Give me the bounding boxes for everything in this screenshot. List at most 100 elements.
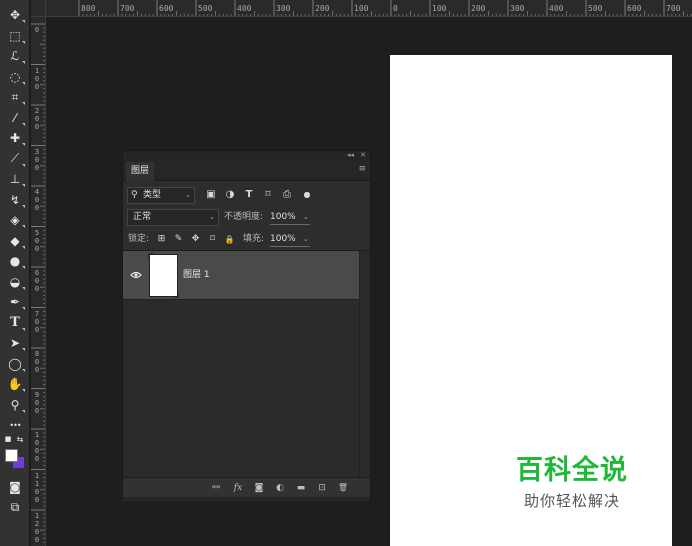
lock-label: 锁定:: [128, 234, 150, 244]
opacity-input[interactable]: 100% ⌄: [270, 211, 310, 225]
ruler-label: 200: [471, 4, 486, 13]
horizontal-ruler[interactable]: 800 700 600 500 400 300 200 100 0 100 200 300 400 500…: [46, 0, 692, 17]
paint-bucket-tool-icon[interactable]: ◆: [4, 232, 26, 250]
filter-toggle-icon[interactable]: ●: [301, 188, 313, 202]
ruler-label: 1000: [34, 431, 40, 463]
lock-all-icon[interactable]: 🔒: [224, 233, 235, 246]
type-tool-icon[interactable]: T: [4, 314, 26, 332]
blend-mode-value: 正常: [133, 212, 152, 222]
panel-title-bar[interactable]: ◂◂ ✕: [123, 151, 370, 160]
collapse-panel-icon[interactable]: ◂◂: [347, 151, 354, 160]
healing-brush-tool-icon[interactable]: ✚: [4, 129, 26, 147]
fill-value: 100%: [270, 234, 296, 244]
ruler-label: 400: [237, 4, 252, 13]
pen-tool-icon[interactable]: ✒: [4, 293, 26, 311]
hand-tool-icon[interactable]: ✋: [4, 375, 26, 393]
adjustment-layer-icon[interactable]: ◐: [274, 482, 286, 494]
panel-tab-bar: 图层 ≡: [123, 160, 370, 181]
ruler-label: 300: [510, 4, 525, 13]
brush-tool-icon[interactable]: ⟋: [4, 150, 26, 168]
filter-smartobject-icon[interactable]: ⎙: [281, 188, 293, 202]
ruler-label: 500: [198, 4, 213, 13]
add-mask-icon[interactable]: ◙: [253, 482, 265, 494]
filter-type-icon[interactable]: T: [243, 188, 255, 202]
lock-position-icon[interactable]: ✥: [190, 233, 201, 246]
new-layer-icon[interactable]: ⊡: [316, 482, 328, 494]
ruler-label: 200: [315, 4, 330, 13]
layer-thumbnail[interactable]: [148, 253, 179, 298]
ruler-label: 400: [34, 188, 40, 212]
lock-transparent-icon[interactable]: ⊞: [156, 233, 167, 246]
link-layers-icon[interactable]: ⚯: [210, 482, 222, 494]
ruler-label: 300: [34, 147, 40, 172]
chevron-down-icon: ⌄: [302, 235, 309, 243]
blur-tool-icon[interactable]: ●: [4, 252, 26, 270]
ruler-label: 300: [276, 4, 291, 13]
ruler-label: 100: [34, 66, 40, 91]
panel-menu-icon[interactable]: ≡: [358, 165, 366, 174]
dodge-tool-icon[interactable]: ◒: [4, 273, 26, 291]
ruler-corner[interactable]: [31, 0, 46, 17]
new-group-icon[interactable]: ▬: [295, 482, 307, 494]
layer-name[interactable]: 图层 1: [183, 269, 210, 281]
chevron-down-icon: ⌄: [209, 213, 215, 221]
close-panel-icon[interactable]: ✕: [360, 151, 366, 160]
ruler-label: 1200: [34, 512, 40, 544]
ruler-label: 100: [354, 4, 369, 13]
foreground-color-swatch[interactable]: [5, 449, 18, 462]
history-brush-tool-icon[interactable]: ↯: [4, 191, 26, 209]
eyedropper-tool-icon[interactable]: ⁄: [4, 109, 26, 127]
ruler-label: 1100: [34, 471, 40, 504]
watermark-title: 百科全说: [516, 455, 628, 486]
tab-layers[interactable]: 图层: [126, 162, 155, 181]
eraser-tool-icon[interactable]: ◈: [4, 211, 26, 229]
delete-layer-icon[interactable]: 🗑: [337, 482, 349, 494]
move-tool-icon[interactable]: ✥: [4, 6, 26, 24]
layers-panel: ◂◂ ✕ 图层 ≡ ⚲ 类型 ⌄ ▣ ◑ T ⌑ ⎙ ● 正常 ⌄ 不透明度: …: [122, 150, 371, 503]
filter-shape-icon[interactable]: ⌑: [262, 188, 274, 202]
ruler-label: 600: [34, 269, 40, 293]
ruler-label: 700: [120, 4, 135, 13]
vertical-ruler[interactable]: 0 100 200 300 400 500 600 700 800 900 1000 1100 1200: [31, 17, 46, 546]
opacity-value: 100%: [270, 212, 296, 222]
ellipse-tool-icon[interactable]: ◯: [4, 355, 26, 373]
quick-select-tool-icon[interactable]: ◌: [4, 68, 26, 86]
lasso-tool-icon[interactable]: ℒ: [4, 47, 26, 65]
lock-image-icon[interactable]: ✎: [173, 233, 184, 246]
fill-input[interactable]: 100% ⌄: [270, 233, 310, 247]
marquee-tool-icon[interactable]: ⬚: [4, 27, 26, 45]
layers-scrollbar[interactable]: [359, 251, 370, 477]
ruler-label: 800: [81, 4, 96, 13]
ruler-label: 900: [34, 390, 40, 415]
lock-artboard-icon[interactable]: ⌑: [207, 233, 218, 246]
layer-row[interactable]: 图层 1: [123, 251, 359, 300]
filter-adjustment-icon[interactable]: ◑: [224, 188, 236, 202]
lock-row: 锁定: ⊞ ✎ ✥ ⌑ 🔒 填充: 100% ⌄: [123, 231, 370, 249]
ruler-label: 200: [34, 107, 40, 131]
zoom-tool-icon[interactable]: ⚲: [4, 396, 26, 414]
blend-mode-select[interactable]: 正常 ⌄: [127, 209, 219, 226]
ruler-label: 400: [549, 4, 564, 13]
ruler-label: 700: [34, 309, 40, 334]
fill-label: 填充:: [243, 234, 265, 244]
quick-mask-icon[interactable]: ◙: [4, 478, 26, 496]
ruler-label: 100: [432, 4, 447, 13]
layer-filter-row: ⚲ 类型 ⌄ ▣ ◑ T ⌑ ⎙ ●: [123, 187, 370, 205]
ruler-label: 500: [588, 4, 603, 13]
ruler-label: 600: [627, 4, 642, 13]
fx-icon[interactable]: fx: [232, 482, 244, 494]
swap-colors-icon[interactable]: ⇆: [14, 430, 26, 448]
ruler-label: 0: [393, 4, 398, 13]
crop-tool-icon[interactable]: ⌗: [4, 88, 26, 106]
path-select-tool-icon[interactable]: ➤: [4, 334, 26, 352]
filter-pixel-icon[interactable]: ▣: [205, 188, 217, 202]
watermark-subtitle: 助你轻松解决: [524, 492, 621, 510]
default-colors-icon[interactable]: ■: [2, 430, 14, 448]
ruler-label: 800: [34, 350, 40, 374]
visibility-eye-icon[interactable]: [130, 269, 142, 281]
ruler-label: 600: [159, 4, 174, 13]
filter-type-select[interactable]: ⚲ 类型 ⌄: [127, 187, 195, 204]
screen-mode-icon[interactable]: ⧉: [4, 498, 26, 516]
blend-row: 正常 ⌄ 不透明度: 100% ⌄: [123, 209, 370, 227]
clone-stamp-tool-icon[interactable]: ⊥: [4, 170, 26, 188]
